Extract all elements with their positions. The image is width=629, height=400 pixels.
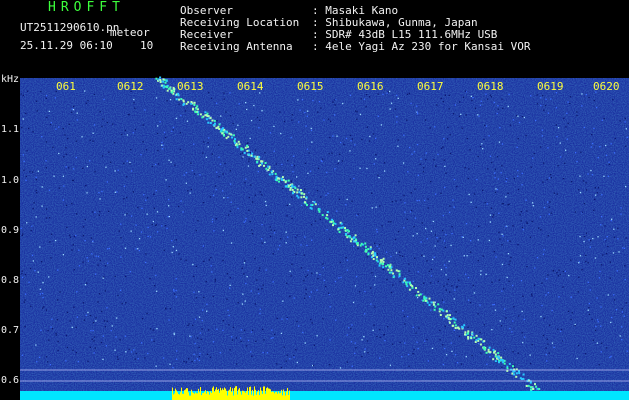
time-tick-0619: 0619 bbox=[537, 80, 564, 93]
waterfall-spectrogram bbox=[0, 76, 629, 400]
time-tick-0613: 0613 bbox=[177, 80, 204, 93]
time-tick-0620: 0620 bbox=[593, 80, 620, 93]
freq-tick-0.6: 0.6 bbox=[1, 375, 20, 386]
freq-tick-0.9: 0.9 bbox=[1, 225, 20, 236]
freq-tick-0.8: 0.8 bbox=[1, 275, 20, 286]
time-tick-0615: 0615 bbox=[297, 80, 324, 93]
signal-level-bar bbox=[20, 391, 629, 400]
freq-tick-1.0: 1.0 bbox=[1, 175, 20, 186]
time-tick-0617: 0617 bbox=[417, 80, 444, 93]
time-tick-0618: 0618 bbox=[477, 80, 504, 93]
waterfall-noise bbox=[20, 78, 629, 400]
time-tick-0611: 061 bbox=[56, 80, 76, 93]
freq-tick-0.7: 0.7 bbox=[1, 325, 20, 336]
time-tick-0612: 0612 bbox=[117, 80, 144, 93]
time-tick-0614: 0614 bbox=[237, 80, 264, 93]
time-tick-0616: 0616 bbox=[357, 80, 384, 93]
hrofft-window: HROFFT UT2511290610.pn meteor 25.11.29 0… bbox=[0, 0, 629, 400]
frequency-unit: kHz bbox=[1, 74, 20, 85]
freq-tick-1.1: 1.1 bbox=[1, 124, 20, 135]
